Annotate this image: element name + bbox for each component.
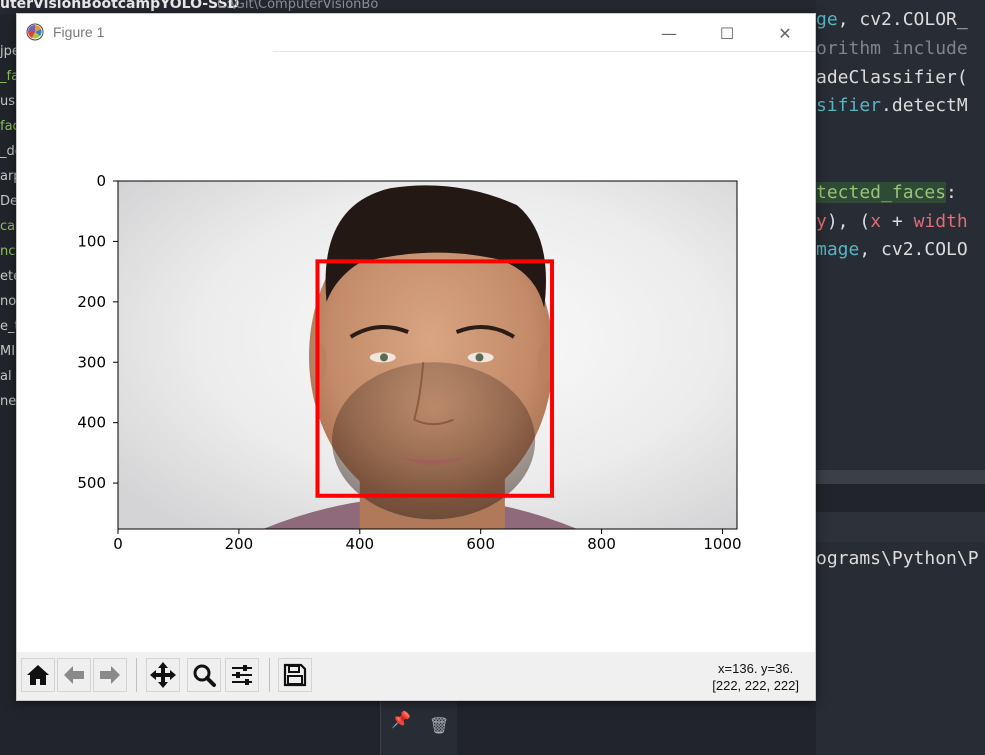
code-editor[interactable]: ge, cv2.COLOR_ orithm include adeClassif…: [816, 0, 985, 755]
code-line-5: tected_faces:: [816, 182, 957, 203]
file-item[interactable]: _de: [0, 144, 16, 159]
zoom-button[interactable]: [187, 658, 221, 692]
code-line-4: sifier.detectM: [816, 95, 968, 116]
file-item[interactable]: fac: [0, 119, 16, 134]
y-tick-label: 300: [77, 353, 106, 371]
photo-image: [118, 181, 737, 529]
code-token: width: [913, 211, 968, 232]
x-tick-label: 400: [345, 535, 374, 553]
file-item[interactable]: nes: [0, 394, 16, 409]
pan-button[interactable]: [146, 658, 180, 692]
file-item[interactable]: us,: [0, 94, 16, 109]
file-item[interactable]: nor: [0, 294, 16, 309]
code-line-7: mage, cv2.COLO: [816, 239, 968, 260]
panel-divider: [816, 484, 985, 512]
cursor-coordinates: x=136. y=36.: [718, 661, 794, 676]
file-item[interactable]: Det: [0, 194, 16, 209]
file-explorer: jpe _fa us, fac _dearp Det cas ncv ete nor e_t MI al…: [0, 14, 16, 755]
arrow-left-icon: [64, 666, 84, 684]
pin-icon[interactable]: 📌: [391, 710, 411, 729]
toolbar-separator: [136, 658, 137, 692]
plot-svg: 0 200 400 600 800 1000 0 100 200 300 400 500: [77, 172, 742, 553]
x-tick-label: 800: [587, 535, 616, 553]
toolbar-separator: [269, 658, 270, 692]
ide-project-title: uterVisionBootcampYOLO-SSD: [0, 0, 240, 12]
x-tick-label: 600: [466, 535, 495, 553]
ide-project-path: C:\Git\ComputerVisionBo: [217, 0, 379, 12]
y-tick-label: 500: [77, 474, 106, 492]
right-iris: [475, 353, 484, 362]
code-token: ge: [816, 9, 838, 30]
x-tick-label: 200: [225, 535, 254, 553]
file-item[interactable]: _fa: [0, 69, 16, 84]
code-token: x: [870, 211, 882, 232]
close-button[interactable]: ✕: [756, 14, 814, 52]
trash-icon[interactable]: 🗑: [429, 716, 449, 735]
terminal-output: ograms\Python\P: [816, 548, 979, 569]
home-icon: [27, 665, 49, 685]
figure-canvas[interactable]: 0 200 400 600 800 1000 0 100 200 300 400 500: [17, 52, 815, 652]
forward-button[interactable]: [93, 658, 127, 692]
code-token: .detectM: [881, 95, 968, 116]
y-tick-label: 200: [77, 293, 106, 311]
x-tick-label: 0: [113, 535, 123, 553]
cursor-readout: x=136. y=36. [222, 222, 222]: [712, 660, 799, 694]
code-line-2: orithm include: [816, 38, 968, 59]
y-axis: 0 100 200 300 400 500: [77, 172, 118, 492]
configure-subplots-button[interactable]: [225, 658, 259, 692]
left-iris: [379, 353, 388, 362]
code-token: +: [881, 211, 914, 232]
sliders-icon: [232, 665, 252, 685]
back-button[interactable]: [57, 658, 91, 692]
code-line-3: adeClassifier(: [816, 67, 968, 88]
terminal-tab-bar[interactable]: [816, 512, 985, 542]
figure-window: Figure 1 — ☐ ✕ 0 200 400 600 800 1000 0 …: [16, 13, 816, 701]
code-token: , cv2.COLOR_: [837, 9, 968, 30]
window-title-bar[interactable]: Figure 1 — ☐ ✕: [17, 14, 815, 52]
code-token: ), (: [826, 211, 871, 232]
file-item[interactable]: arp: [0, 169, 16, 184]
file-item[interactable]: MI: [0, 344, 15, 359]
code-line-6: y), (x + width: [816, 211, 968, 232]
file-item[interactable]: al L: [0, 369, 16, 384]
y-tick-label: 100: [77, 232, 106, 250]
pixel-value: [222, 222, 222]: [712, 678, 799, 693]
minimize-button[interactable]: —: [640, 14, 698, 52]
file-item[interactable]: ncv: [0, 244, 16, 259]
window-title: Figure 1: [53, 24, 105, 40]
floppy-disk-icon: [283, 663, 307, 687]
code-token: , cv2.COLO: [859, 239, 968, 260]
matplotlib-logo-icon: [26, 23, 44, 41]
home-button[interactable]: [21, 658, 55, 692]
magnifier-icon: [193, 664, 216, 687]
code-token: sifier: [816, 95, 882, 116]
code-line-1: ge, cv2.COLOR_: [816, 9, 968, 30]
file-item[interactable]: e_t: [0, 319, 16, 334]
navigation-toolbar: x=136. y=36. [222, 222, 222]: [17, 652, 815, 700]
code-token: y: [816, 211, 827, 232]
x-axis: 0 200 400 600 800 1000: [113, 529, 742, 553]
editor-scrollbar[interactable]: [816, 470, 985, 484]
code-token: mage: [816, 239, 860, 260]
file-item[interactable]: jpe: [0, 44, 16, 59]
code-token: :: [946, 182, 957, 203]
file-item[interactable]: cas: [0, 219, 16, 234]
x-tick-label: 1000: [703, 535, 741, 553]
save-button[interactable]: [278, 658, 312, 692]
code-token: tected_faces: [816, 182, 947, 203]
maximize-button[interactable]: ☐: [698, 14, 756, 52]
ide-side-toolbar: 📌 🗑: [380, 700, 457, 755]
y-tick-label: 0: [96, 172, 106, 190]
file-item[interactable]: ete: [0, 269, 16, 284]
y-tick-label: 400: [77, 414, 106, 432]
arrow-right-icon: [100, 666, 120, 684]
move-icon: [150, 662, 176, 688]
